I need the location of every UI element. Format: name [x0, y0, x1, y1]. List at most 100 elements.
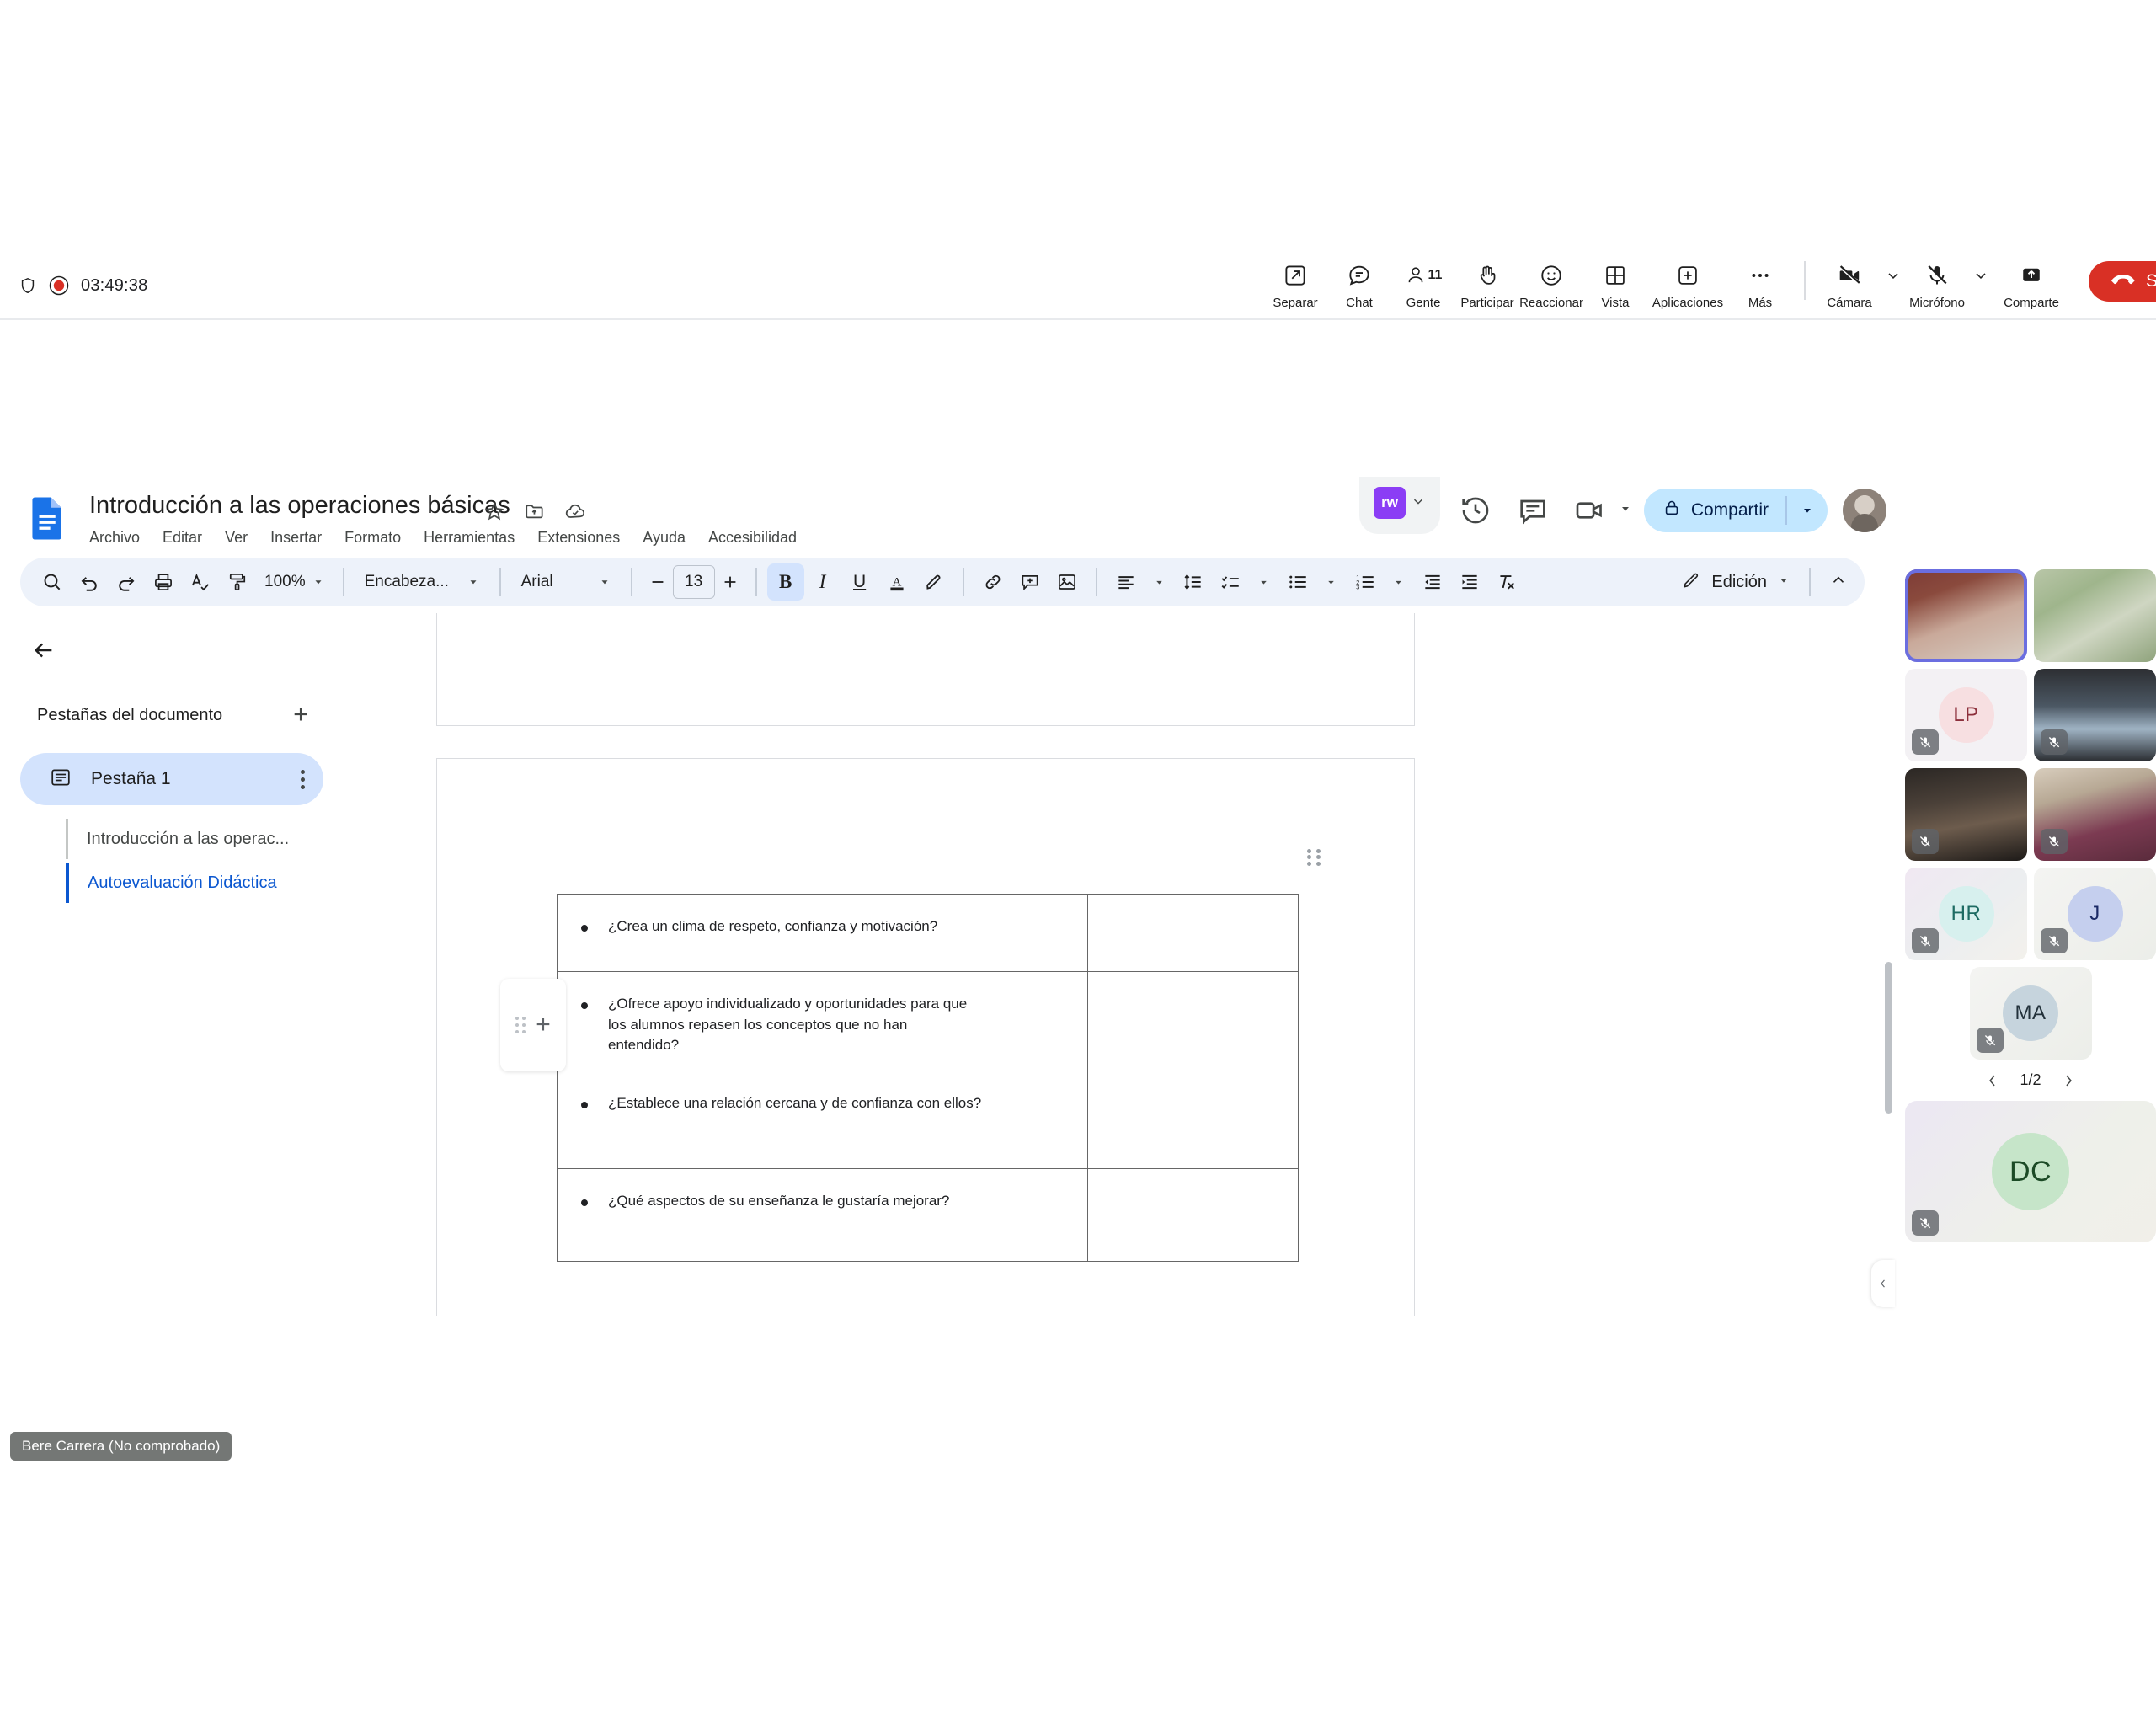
sidebar-item-pestana-1[interactable]: Pestaña 1	[20, 753, 323, 805]
increase-font-size-button[interactable]	[715, 563, 745, 601]
comment-icon[interactable]	[1516, 494, 1550, 527]
decrease-indent-icon[interactable]	[1414, 563, 1451, 601]
print-icon[interactable]	[145, 563, 182, 601]
participant-tile[interactable]	[2034, 569, 2156, 662]
table-row[interactable]: ¿Qué aspectos de su enseñanza le gustarí…	[557, 1168, 1299, 1262]
participant-tile[interactable]: HR	[1905, 868, 2027, 960]
table-row[interactable]: ¿Crea un clima de respeto, confianza y m…	[557, 894, 1299, 972]
paint-format-icon[interactable]	[219, 563, 256, 601]
vista-button[interactable]: Vista	[1583, 261, 1647, 310]
checklist-icon[interactable]	[1212, 563, 1249, 601]
table-cell-col2[interactable]	[1087, 971, 1187, 1071]
cloud-saved-icon[interactable]	[564, 500, 586, 522]
table-cell-col2[interactable]	[1087, 1168, 1187, 1262]
font-family-selector[interactable]: Arial	[511, 573, 621, 591]
table-cell-col2[interactable]	[1087, 894, 1187, 972]
table-row[interactable]: ¿Ofrece apoyo individualizado y oportuni…	[557, 971, 1299, 1071]
participant-tile[interactable]: MA	[1969, 967, 2092, 1060]
share-button[interactable]: Compartir	[1643, 489, 1828, 532]
participant-tile[interactable]	[2034, 669, 2156, 761]
menu-accesibilidad[interactable]: Accesibilidad	[708, 529, 797, 547]
camera-options-chevron-down-icon[interactable]	[1881, 261, 1905, 290]
table-cell-col3[interactable]	[1187, 894, 1299, 972]
version-history-icon[interactable]	[1459, 494, 1492, 527]
font-size-input[interactable]: 13	[672, 565, 715, 599]
addon-chevron-down-icon[interactable]	[1411, 494, 1426, 513]
autoevaluacion-table[interactable]: ¿Crea un clima de respeto, confianza y m…	[557, 894, 1299, 1262]
leave-call-button[interactable]: Salir	[2089, 261, 2156, 302]
highlight-icon[interactable]	[915, 563, 953, 601]
table-cell-col3[interactable]	[1187, 1071, 1299, 1169]
align-chevron-down-icon[interactable]	[1145, 563, 1175, 601]
pager-next-chevron-right-icon[interactable]	[2060, 1072, 2077, 1089]
clear-formatting-icon[interactable]	[1488, 563, 1525, 601]
table-cell-col2[interactable]	[1087, 1071, 1187, 1169]
sidebar-subitem-autoevaluacion[interactable]: Autoevaluación Didáctica	[66, 862, 277, 903]
spotlight-participant-tile[interactable]: DC	[1905, 1101, 2156, 1242]
editing-mode-chevron-down-icon[interactable]	[1777, 574, 1790, 591]
line-spacing-icon[interactable]	[1175, 563, 1212, 601]
tab-more-vertical-icon[interactable]	[301, 769, 305, 789]
addon-readwrite-button[interactable]: rw	[1359, 477, 1440, 534]
table-cell-question[interactable]: ¿Ofrece apoyo individualizado y oportuni…	[557, 971, 1088, 1071]
menu-ver[interactable]: Ver	[225, 529, 248, 547]
gente-button[interactable]: 11 Gente	[1391, 261, 1455, 310]
spellcheck-icon[interactable]	[182, 563, 219, 601]
sidebar-subitem-introduccion[interactable]: Introducción a las operac...	[66, 819, 289, 859]
table-cell-question[interactable]: ¿Qué aspectos de su enseñanza le gustarí…	[557, 1168, 1088, 1262]
redo-icon[interactable]	[108, 563, 145, 601]
table-drag-handle-icon[interactable]	[1299, 842, 1329, 873]
decrease-font-size-button[interactable]	[643, 563, 673, 601]
underline-icon[interactable]: U	[841, 563, 878, 601]
zoom-selector[interactable]: 100%	[256, 573, 333, 591]
menu-editar[interactable]: Editar	[163, 529, 202, 547]
add-comment-icon[interactable]	[1011, 563, 1049, 601]
insert-row-plus-icon[interactable]: +	[536, 1012, 551, 1038]
checklist-chevron-down-icon[interactable]	[1249, 563, 1279, 601]
collapse-panel-button[interactable]	[1871, 1260, 1895, 1307]
document-page[interactable]: ¿Crea un clima de respeto, confianza y m…	[436, 758, 1415, 1316]
participant-tile[interactable]	[2034, 768, 2156, 861]
table-cell-question[interactable]: ¿Establece una relación cercana y de con…	[557, 1071, 1088, 1169]
separar-button[interactable]: Separar	[1263, 261, 1327, 310]
document-title[interactable]: Introducción a las operaciones básicas	[89, 492, 510, 520]
menu-extensiones[interactable]: Extensiones	[537, 529, 620, 547]
participant-tile[interactable]: LP	[1905, 669, 2027, 761]
align-icon[interactable]	[1107, 563, 1145, 601]
search-icon[interactable]	[34, 563, 71, 601]
meet-camera-icon[interactable]	[1573, 494, 1607, 527]
share-chevron-down-icon[interactable]	[1787, 504, 1828, 517]
move-to-folder-icon[interactable]	[524, 500, 546, 522]
microphone-options-chevron-down-icon[interactable]	[1969, 261, 1993, 290]
participant-tile[interactable]: J	[2034, 868, 2156, 960]
table-cell-col3[interactable]	[1187, 971, 1299, 1071]
increase-indent-icon[interactable]	[1451, 563, 1488, 601]
participar-button[interactable]: Participar	[1455, 261, 1519, 310]
insert-image-icon[interactable]	[1049, 563, 1086, 601]
bold-icon[interactable]: B	[766, 563, 804, 601]
menu-ayuda[interactable]: Ayuda	[643, 529, 686, 547]
chat-button[interactable]: Chat	[1327, 261, 1391, 310]
reaccionar-button[interactable]: Reaccionar	[1519, 261, 1583, 310]
numbered-list-chevron-down-icon[interactable]	[1384, 563, 1414, 601]
text-color-icon[interactable]: A	[878, 563, 915, 601]
link-icon[interactable]	[974, 563, 1011, 601]
back-arrow-icon[interactable]	[30, 637, 57, 668]
document-scrollbar[interactable]	[1885, 962, 1892, 1114]
participant-tile[interactable]	[1905, 768, 2027, 861]
numbered-list-icon[interactable]: 123	[1347, 563, 1384, 601]
account-avatar[interactable]	[1843, 489, 1886, 532]
add-tab-plus-icon[interactable]: +	[286, 701, 315, 729]
mas-button[interactable]: Más	[1728, 261, 1792, 310]
collapse-toolbar-chevron-up-icon[interactable]	[1829, 571, 1848, 594]
participant-tile[interactable]	[1905, 569, 2027, 662]
camara-button[interactable]: Cámara	[1817, 261, 1881, 310]
editing-mode-selector[interactable]: Edición	[1681, 568, 1851, 596]
table-row[interactable]: ¿Establece una relación cercana y de con…	[557, 1071, 1299, 1169]
star-icon[interactable]	[483, 500, 505, 522]
microfono-button[interactable]: Micrófono	[1905, 261, 1969, 310]
bulleted-list-chevron-down-icon[interactable]	[1316, 563, 1347, 601]
comparte-button[interactable]: Comparte	[1993, 261, 2070, 310]
italic-icon[interactable]: I	[804, 563, 841, 601]
row-drag-handle-icon[interactable]	[515, 1017, 526, 1033]
